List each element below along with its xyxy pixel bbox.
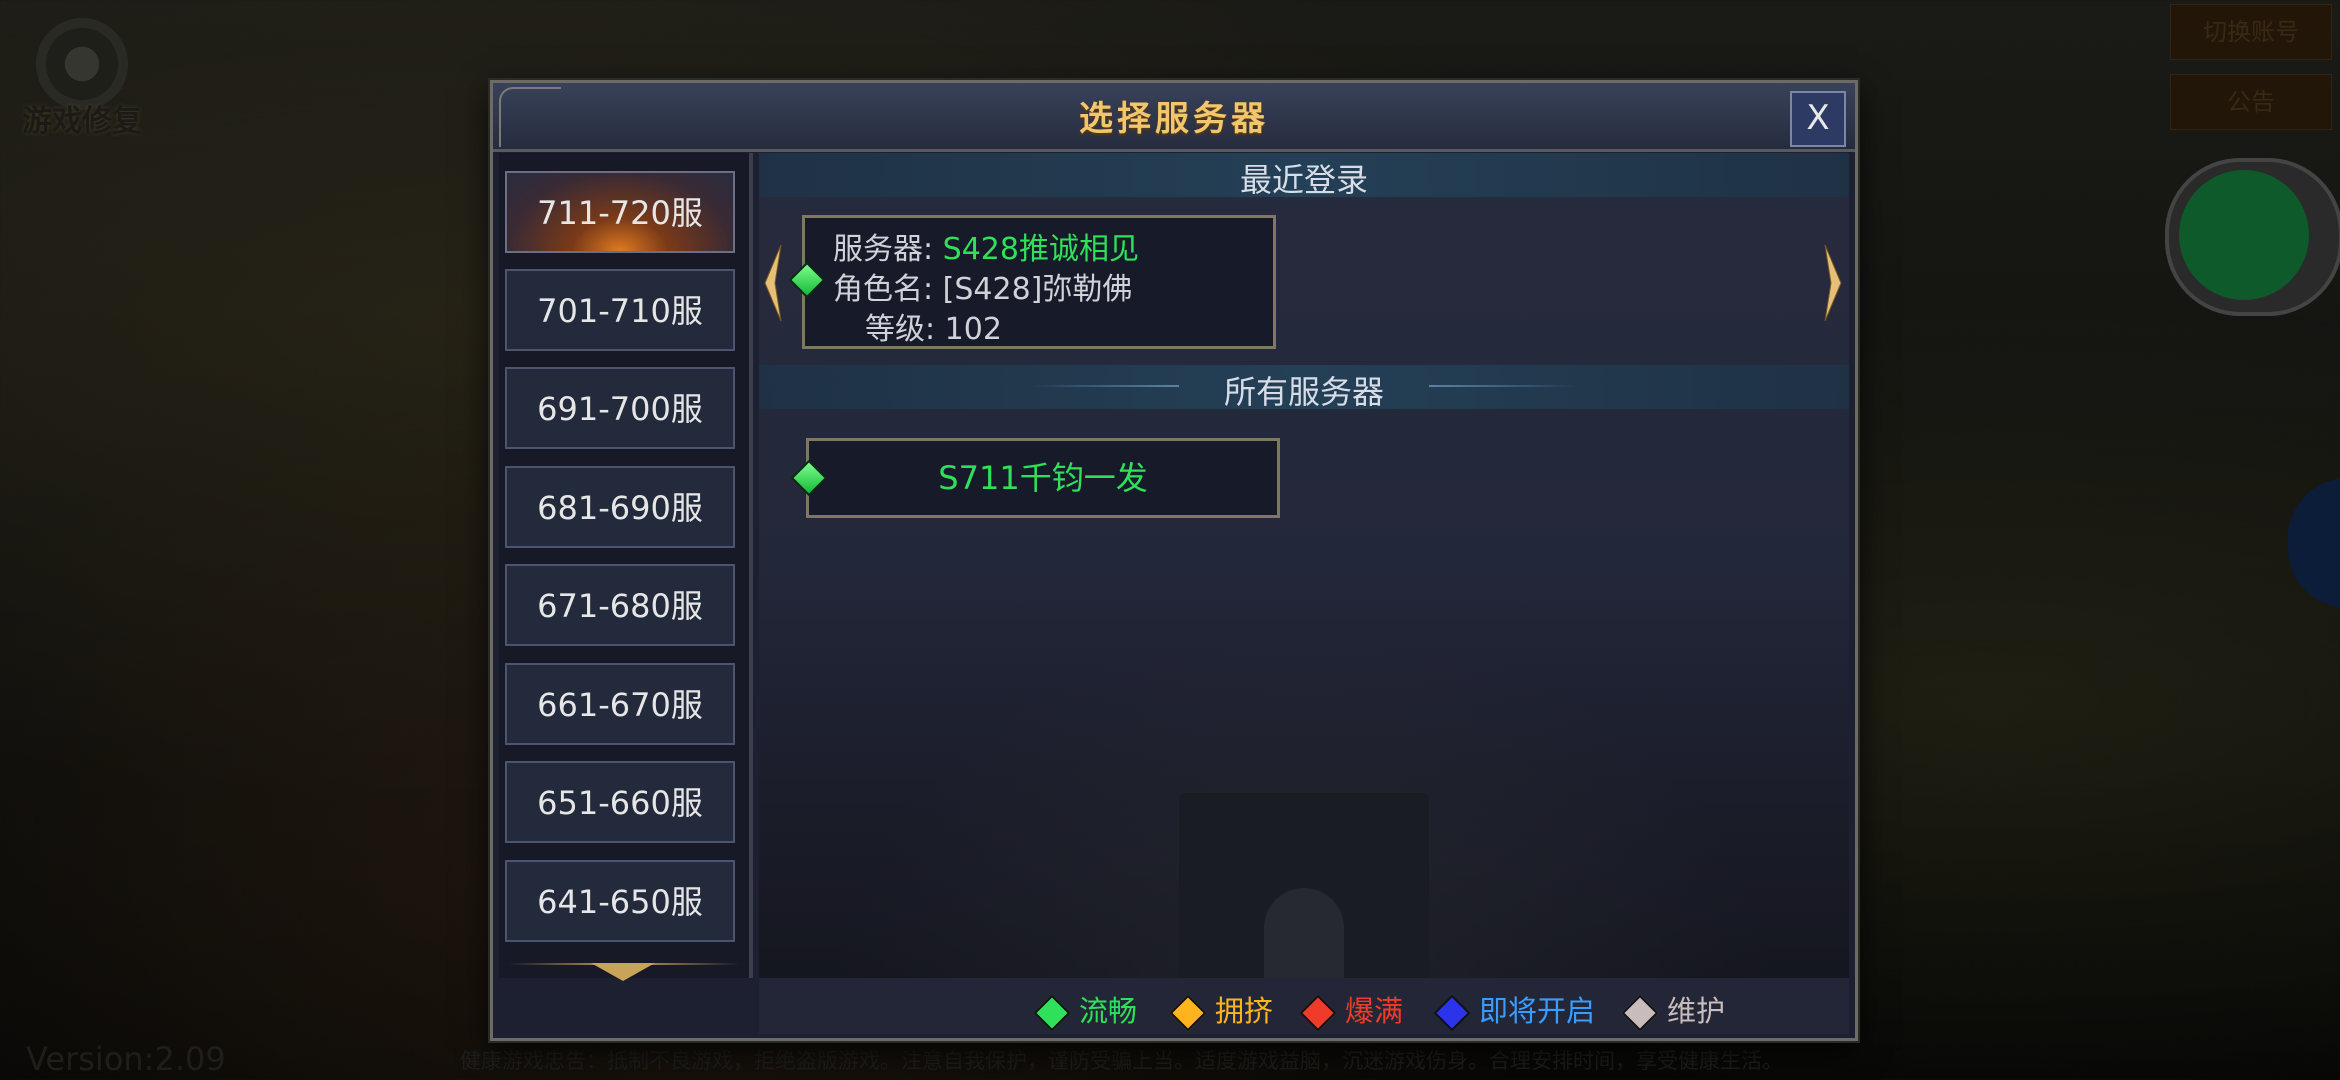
recent-section-title: 最近登录 — [1239, 161, 1368, 199]
legend-item-opening-soon: 即将开启 — [1433, 988, 1596, 1032]
status-legend: 流畅 拥挤 爆满 即将开启 维护 — [759, 978, 1849, 1034]
wechat-button[interactable] — [2165, 158, 2340, 316]
server-label: 服务器: — [833, 232, 934, 267]
legend-item-smooth: 流畅 — [1033, 988, 1138, 1032]
health-notice: 健康游戏忠告：抵制不良游戏，拒绝盗版游戏。注意自我保护，谨防受骗上当。适度游戏益… — [460, 1049, 1783, 1073]
role-value: [S428]弥勒佛 — [942, 272, 1133, 307]
gate-door — [1264, 888, 1344, 978]
version-label: Version:2.09 — [26, 1040, 226, 1078]
legend-label: 流畅 — [1079, 994, 1138, 1028]
legend-label: 拥挤 — [1215, 994, 1274, 1028]
recent-level-row: 等级: 102 — [865, 304, 1002, 348]
legend-item-maintenance: 维护 — [1621, 988, 1726, 1032]
scroll-down-icon[interactable] — [591, 963, 655, 981]
legend-label: 爆满 — [1345, 994, 1404, 1028]
server-main-panel: 最近登录 服务器: S428推诚相见 角色名: [S428]弥勒佛 等级: 10… — [759, 153, 1849, 978]
server-range-sidebar: 711-720服 701-710服 691-700服 681-690服 671-… — [499, 153, 753, 981]
server-range-item[interactable]: 691-700服 — [505, 367, 735, 449]
server-range-item[interactable]: 701-710服 — [505, 269, 735, 351]
legend-item-crowded: 拥挤 — [1169, 988, 1274, 1032]
switch-account-button[interactable]: 切换账号 — [2170, 4, 2332, 60]
server-range-item[interactable]: 711-720服 — [505, 171, 735, 253]
next-arrow-icon[interactable] — [1821, 243, 1845, 323]
recent-server-card[interactable]: 服务器: S428推诚相见 角色名: [S428]弥勒佛 等级: 102 — [802, 215, 1276, 349]
server-range-item[interactable]: 661-670服 — [505, 663, 735, 745]
close-button[interactable]: X — [1790, 91, 1846, 147]
status-full-icon — [1299, 994, 1337, 1032]
level-label: 等级: — [865, 312, 936, 347]
side-package-button[interactable] — [2288, 478, 2340, 608]
server-range-item[interactable]: 651-660服 — [505, 761, 735, 843]
recent-server-row: 服务器: S428推诚相见 — [833, 224, 1139, 268]
game-repair-label: 游戏修复 — [22, 104, 142, 139]
wechat-icon — [2179, 170, 2309, 300]
server-range-item[interactable]: 681-690服 — [505, 466, 735, 548]
server-range-item[interactable]: 641-650服 — [505, 860, 735, 942]
server-select-dialog: 选择服务器 X 711-720服 701-710服 691-700服 681-6… — [490, 80, 1858, 1041]
legend-label: 维护 — [1667, 994, 1726, 1028]
dialog-title: 选择服务器 — [1079, 99, 1269, 139]
status-maintenance-icon — [1621, 994, 1659, 1032]
legend-label: 即将开启 — [1479, 994, 1596, 1028]
server-value: S428推诚相见 — [942, 232, 1139, 267]
status-opening-icon — [1433, 994, 1471, 1032]
server-item[interactable]: S711千钧一发 — [806, 438, 1280, 518]
game-repair-button[interactable]: 游戏修复 — [22, 18, 142, 139]
recent-role-row: 角色名: [S428]弥勒佛 — [833, 264, 1132, 308]
status-smooth-icon — [1033, 994, 1071, 1032]
all-servers-section-title: 所有服务器 — [1223, 373, 1384, 411]
role-label: 角色名: — [833, 272, 934, 307]
notice-button[interactable]: 公告 — [2170, 74, 2332, 130]
level-value: 102 — [944, 312, 1002, 347]
server-range-item[interactable]: 671-680服 — [505, 564, 735, 646]
prev-arrow-icon[interactable] — [761, 243, 785, 323]
status-crowded-icon — [1169, 994, 1207, 1032]
legend-item-full: 爆满 — [1299, 988, 1404, 1032]
